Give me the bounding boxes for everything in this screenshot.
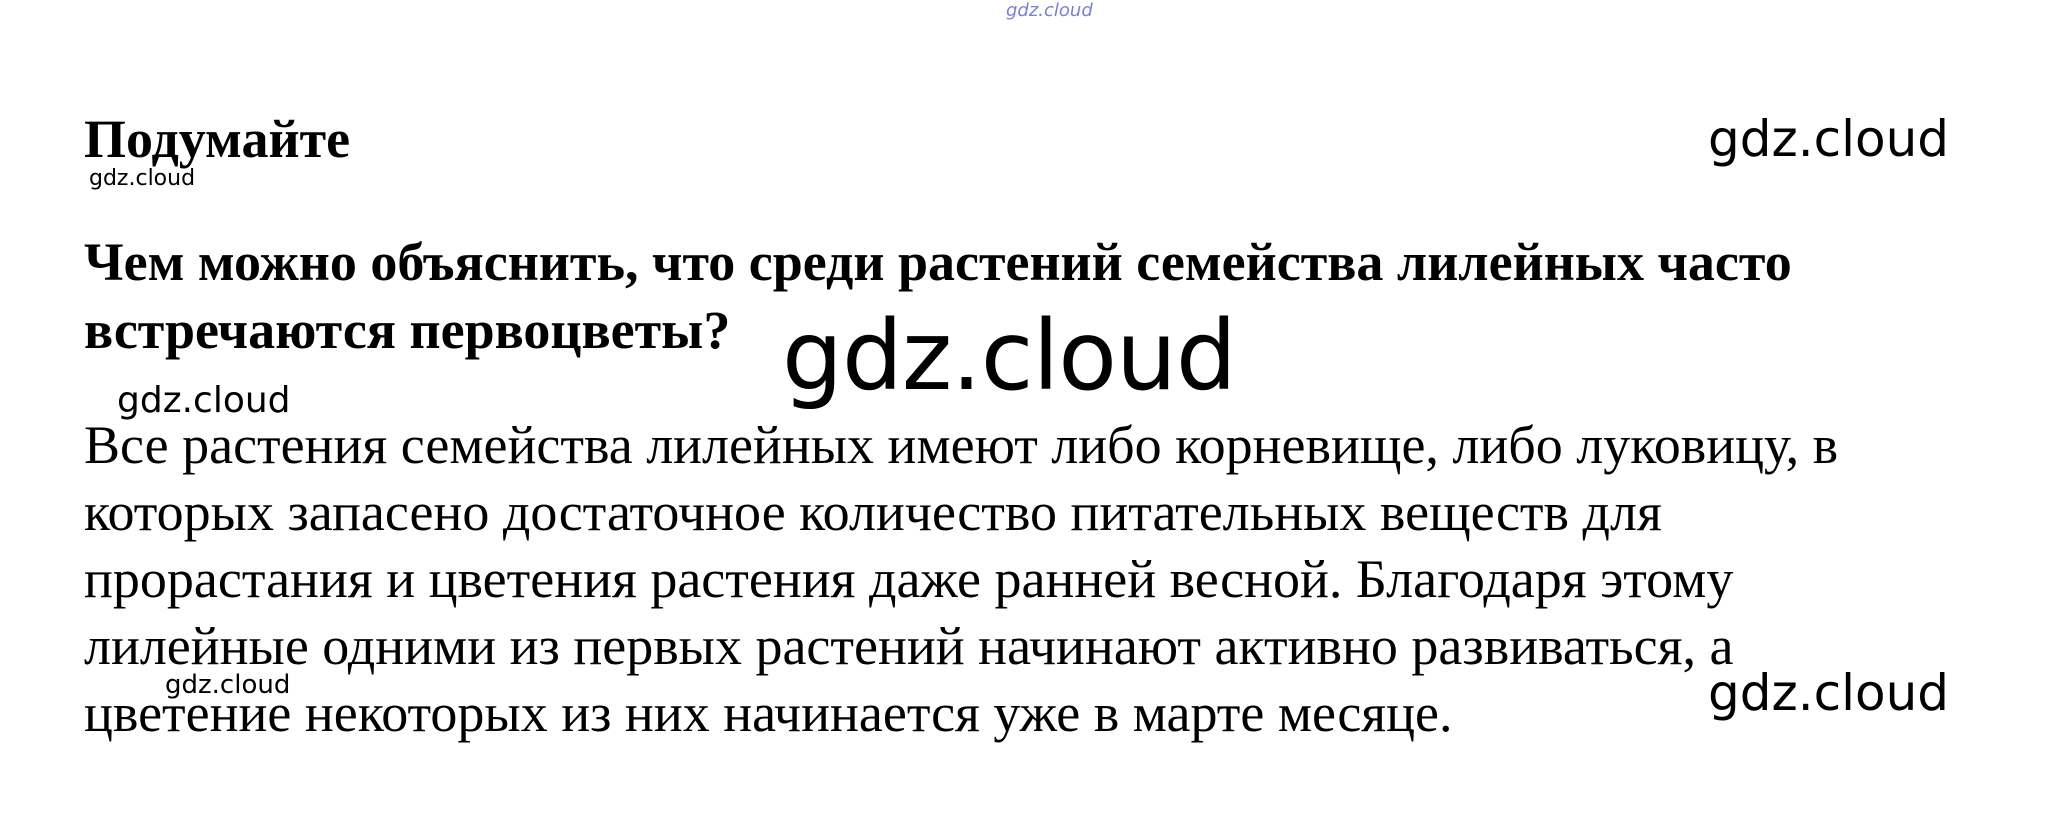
- watermark-top: gdz.cloud: [1006, 0, 1093, 21]
- watermark-center-big: gdz.cloud: [782, 300, 1237, 412]
- question-line: Чем можно объяснить, что среди растений …: [84, 232, 1792, 292]
- watermark-heading-right: gdz.cloud: [1708, 110, 1950, 168]
- answer-line: прорастания и цветения растения даже ран…: [84, 549, 1734, 609]
- answer-line: Все растения семейства лилейных имеют ли…: [84, 415, 1839, 475]
- answer-line: которых запасено достаточное количество …: [84, 482, 1662, 542]
- watermark-heading-small: gdz.cloud: [89, 166, 196, 191]
- watermark-bottom-right: gdz.cloud: [1708, 664, 1950, 722]
- watermark-bottom-left: gdz.cloud: [165, 670, 291, 700]
- section-heading: Подумайте: [84, 109, 351, 169]
